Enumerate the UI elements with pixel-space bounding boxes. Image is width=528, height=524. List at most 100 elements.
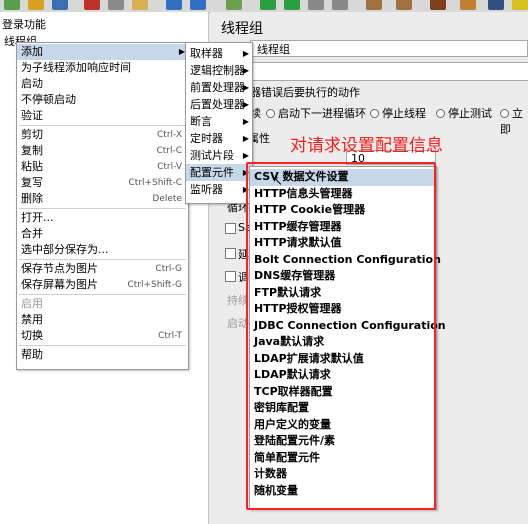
- add-submenu-item-3[interactable]: 后置处理器 ▶: [186, 96, 252, 113]
- add-submenu-item-4[interactable]: 断言 ▶: [186, 113, 252, 130]
- annotation-text: 对请求设置配置信息: [290, 136, 443, 156]
- toggle-icon[interactable]: [226, 0, 242, 10]
- context-menu-item-14[interactable]: 选中部分保存为...: [17, 242, 188, 258]
- add-submenu-item-2[interactable]: 前置处理器 ▶: [186, 79, 252, 96]
- expand-icon[interactable]: [166, 0, 182, 10]
- menu-item-label: 剪切: [21, 128, 43, 141]
- context-menu-item-13[interactable]: 合并: [17, 226, 188, 242]
- context-menu-item-9[interactable]: 复写 Ctrl+Shift-C: [17, 175, 188, 191]
- menu-separator: [19, 208, 186, 209]
- panel-title: 线程组: [221, 21, 263, 37]
- add-submenu-item-7[interactable]: 配置元件 ▶: [186, 164, 252, 181]
- context-menu-item-8[interactable]: 粘贴 Ctrl-V: [17, 159, 188, 175]
- radio-start-next-loop[interactable]: 启动下一进程循环: [266, 105, 366, 121]
- open-icon[interactable]: [28, 0, 44, 10]
- cut-icon[interactable]: [84, 0, 100, 10]
- context-menu-item-20[interactable]: 禁用: [17, 312, 188, 328]
- submenu-arrow-icon: ▶: [242, 49, 249, 58]
- menu-item-label: 启用: [21, 297, 43, 310]
- start-icon[interactable]: [260, 0, 276, 10]
- menu-item-label: 删除: [21, 192, 43, 205]
- radio-stop-now[interactable]: 立即: [500, 105, 528, 137]
- help-icon[interactable]: [512, 0, 528, 10]
- radio-stop-thread[interactable]: 停止线程: [370, 105, 426, 121]
- context-menu-item-12[interactable]: 打开...: [17, 210, 188, 226]
- add-submenu-item-8[interactable]: 监听器 ▶: [186, 181, 252, 198]
- menu-item-label: 后置处理器: [190, 98, 245, 111]
- new-icon[interactable]: [4, 0, 20, 10]
- context-menu-item-1[interactable]: 为子线程添加响应时间: [17, 60, 188, 76]
- context-menu-item-10[interactable]: 删除 Delete: [17, 191, 188, 207]
- clear-icon[interactable]: [366, 0, 382, 10]
- context-menu-item-3[interactable]: 不停顿启动: [17, 92, 188, 108]
- error-action-label: 器错误后要执行的动作: [250, 86, 360, 99]
- menu-item-shortcut: Ctrl-T: [158, 331, 182, 341]
- context-menu-item-6[interactable]: 剪切 Ctrl-X: [17, 127, 188, 143]
- add-submenu-item-5[interactable]: 定时器 ▶: [186, 130, 252, 147]
- checkbox-scheduler[interactable]: [225, 271, 236, 282]
- menu-item-label: 粘贴: [21, 160, 43, 173]
- clear-all-icon[interactable]: [396, 0, 412, 10]
- menu-item-label: 监听器: [190, 183, 223, 196]
- menu-item-label: 复制: [21, 144, 43, 157]
- menu-item-label: 取样器: [190, 47, 223, 60]
- menu-item-label: 不停顿启动: [21, 93, 76, 106]
- menu-item-shortcut: Ctrl-G: [155, 264, 182, 274]
- tree-root-label[interactable]: 登录功能: [2, 16, 46, 32]
- copy-icon[interactable]: [108, 0, 124, 10]
- paste-icon[interactable]: [132, 0, 148, 10]
- annotation-highlight-box: [246, 162, 436, 510]
- menu-item-shortcut: Ctrl-V: [157, 162, 182, 172]
- menu-item-label: 逻辑控制器: [190, 64, 245, 77]
- shutdown-icon[interactable]: [332, 0, 348, 10]
- context-menu-item-19[interactable]: 启用: [17, 296, 188, 312]
- menu-separator: [19, 345, 186, 346]
- stop-icon[interactable]: [308, 0, 324, 10]
- submenu-arrow-icon: ▶: [242, 83, 249, 92]
- checkbox-same-user[interactable]: [225, 223, 236, 234]
- search-icon[interactable]: [430, 0, 446, 10]
- add-submenu-item-6[interactable]: 测试片段 ▶: [186, 147, 252, 164]
- context-menu-item-21[interactable]: 切换 Ctrl-T: [17, 328, 188, 344]
- context-menu-item-0[interactable]: 添加 ▶: [17, 44, 188, 60]
- save-icon[interactable]: [52, 0, 68, 10]
- radio-dot-icon: [436, 109, 445, 118]
- submenu-arrow-icon: ▶: [242, 66, 249, 75]
- radio-stop-test[interactable]: 停止测试: [436, 105, 492, 121]
- menu-item-label: 帮助: [21, 348, 43, 361]
- submenu-arrow-icon: ▶: [242, 134, 249, 143]
- menu-item-shortcut: Ctrl-C: [156, 146, 182, 156]
- menu-item-label: 定时器: [190, 132, 223, 145]
- context-menu-item-23[interactable]: 帮助: [17, 347, 188, 363]
- menu-item-label: 保存节点为图片: [21, 262, 98, 275]
- reset-search-icon[interactable]: [460, 0, 476, 10]
- menu-item-label: 复写: [21, 176, 43, 189]
- context-menu-item-7[interactable]: 复制 Ctrl-C: [17, 143, 188, 159]
- submenu-arrow-icon: ▶: [242, 117, 249, 126]
- radio-dot-icon: [370, 109, 379, 118]
- add-submenu: 取样器 ▶ 逻辑控制器 ▶ 前置处理器 ▶ 后置处理器 ▶ 断言 ▶ 定时器 ▶ 测试片段 ▶ 配置元件 ▶ 监…: [185, 42, 253, 204]
- comment-field[interactable]: [250, 62, 528, 81]
- menu-item-label: 选中部分保存为...: [21, 243, 109, 256]
- menu-item-label: 配置元件: [190, 166, 234, 179]
- start-no-pause-icon[interactable]: [284, 0, 300, 10]
- collapse-icon[interactable]: [190, 0, 206, 10]
- function-helper-icon[interactable]: [488, 0, 504, 10]
- add-submenu-item-1[interactable]: 逻辑控制器 ▶: [186, 62, 252, 79]
- context-menu-item-4[interactable]: 验证: [17, 108, 188, 124]
- menu-item-label: 验证: [21, 109, 43, 122]
- menu-item-shortcut: Ctrl+Shift-G: [127, 280, 182, 290]
- context-menu-item-16[interactable]: 保存节点为图片 Ctrl-G: [17, 261, 188, 277]
- add-submenu-item-0[interactable]: 取样器 ▶: [186, 45, 252, 62]
- name-field[interactable]: 线程组: [250, 40, 528, 57]
- menu-separator: [19, 294, 186, 295]
- context-menu-item-17[interactable]: 保存屏幕为图片 Ctrl+Shift-G: [17, 277, 188, 293]
- submenu-arrow-icon: ▶: [242, 100, 249, 109]
- menu-separator: [19, 125, 186, 126]
- checkbox-delay-create[interactable]: [225, 248, 236, 259]
- context-menu-item-2[interactable]: 启动: [17, 76, 188, 92]
- menu-separator: [19, 259, 186, 260]
- menu-item-label: 禁用: [21, 313, 43, 326]
- menu-item-label: 断言: [190, 115, 212, 128]
- menu-item-label: 添加: [21, 45, 43, 58]
